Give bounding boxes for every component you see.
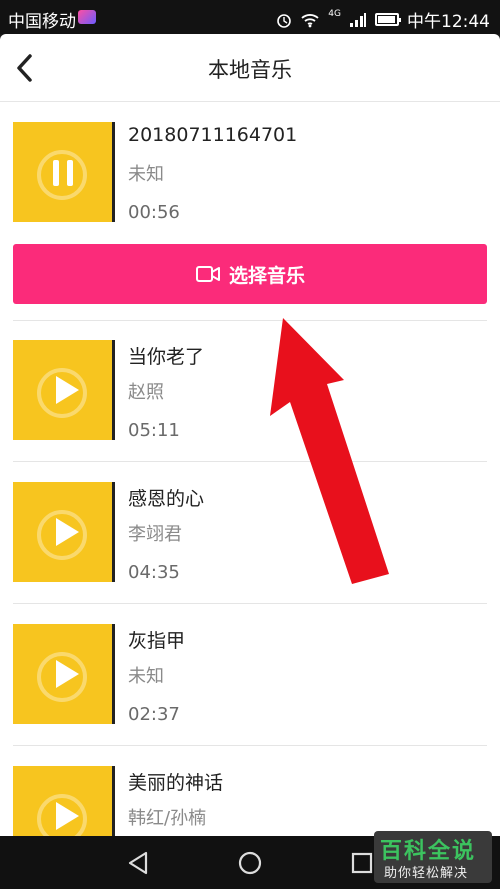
song-cover[interactable] (13, 766, 115, 836)
song-title: 当你老了 (128, 346, 205, 368)
play-icon[interactable] (53, 800, 81, 832)
song-duration: 05:11 (128, 420, 180, 441)
song-artist: 未知 (128, 164, 164, 185)
chevron-left-icon (17, 54, 32, 82)
song-artist: 未知 (128, 666, 164, 687)
wifi-icon (301, 13, 319, 27)
alarm-icon (277, 13, 292, 28)
watermark: 百科全说 助你轻松解决 (374, 831, 492, 883)
nav-back-icon[interactable] (124, 849, 152, 877)
nav-recents-icon[interactable] (348, 849, 376, 877)
song-item[interactable]: 感恩的心 李翊君 04:35 (0, 462, 500, 604)
song-duration: 02:37 (128, 704, 180, 725)
network-type: 4G (328, 8, 341, 19)
song-cover[interactable] (13, 482, 115, 582)
song-title: 感恩的心 (128, 488, 205, 510)
current-song-item[interactable]: 20180711164701 未知 00:56 (0, 102, 500, 244)
local-music-screen: 本地音乐 20180711164701 未知 00:56 选择音乐 当你老了 赵… (0, 34, 500, 836)
song-title: 美丽的神话 (128, 772, 224, 794)
page-title: 本地音乐 (208, 58, 292, 82)
battery-icon (375, 13, 401, 26)
play-icon[interactable] (53, 658, 81, 690)
select-music-label: 选择音乐 (228, 264, 305, 287)
song-cover[interactable] (13, 122, 115, 222)
play-icon[interactable] (53, 374, 81, 406)
status-bar: 中国移动 4G 中午12:44 (0, 0, 500, 34)
song-cover[interactable] (13, 340, 115, 440)
song-duration: 04:35 (128, 562, 180, 583)
top-bar: 本地音乐 (0, 34, 500, 102)
back-button[interactable] (10, 48, 46, 88)
song-title: 灰指甲 (128, 630, 186, 652)
song-item[interactable]: 灰指甲 未知 02:37 (0, 604, 500, 746)
nav-home-icon[interactable] (236, 849, 264, 877)
song-artist: 李翊君 (128, 524, 182, 545)
song-artist: 韩红/孙楠 (128, 808, 207, 829)
song-item[interactable]: 当你老了 赵照 05:11 (0, 320, 500, 462)
signal-icon (350, 12, 366, 27)
song-title: 20180711164701 (128, 124, 298, 146)
watermark-subtitle: 助你轻松解决 (384, 866, 469, 881)
song-duration: 00:56 (128, 202, 180, 223)
app-notification-icon (78, 10, 96, 24)
select-music-button[interactable]: 选择音乐 (13, 244, 487, 304)
song-artist: 赵照 (128, 382, 164, 403)
song-list: 当你老了 赵照 05:11 感恩的心 李翊君 04:35 灰指甲 未知 02:3… (0, 320, 500, 836)
song-item[interactable]: 美丽的神话 韩红/孙楠 (0, 746, 500, 836)
play-icon[interactable] (53, 516, 81, 548)
pause-icon[interactable] (51, 158, 75, 188)
watermark-title: 百科全说 (380, 839, 477, 864)
song-cover[interactable] (13, 624, 115, 724)
status-icons: 4G 中午12:44 (276, 7, 490, 32)
clock: 中午12:44 (407, 12, 490, 32)
carrier-name: 中国移动 (8, 12, 76, 32)
video-camera-icon (195, 266, 220, 282)
